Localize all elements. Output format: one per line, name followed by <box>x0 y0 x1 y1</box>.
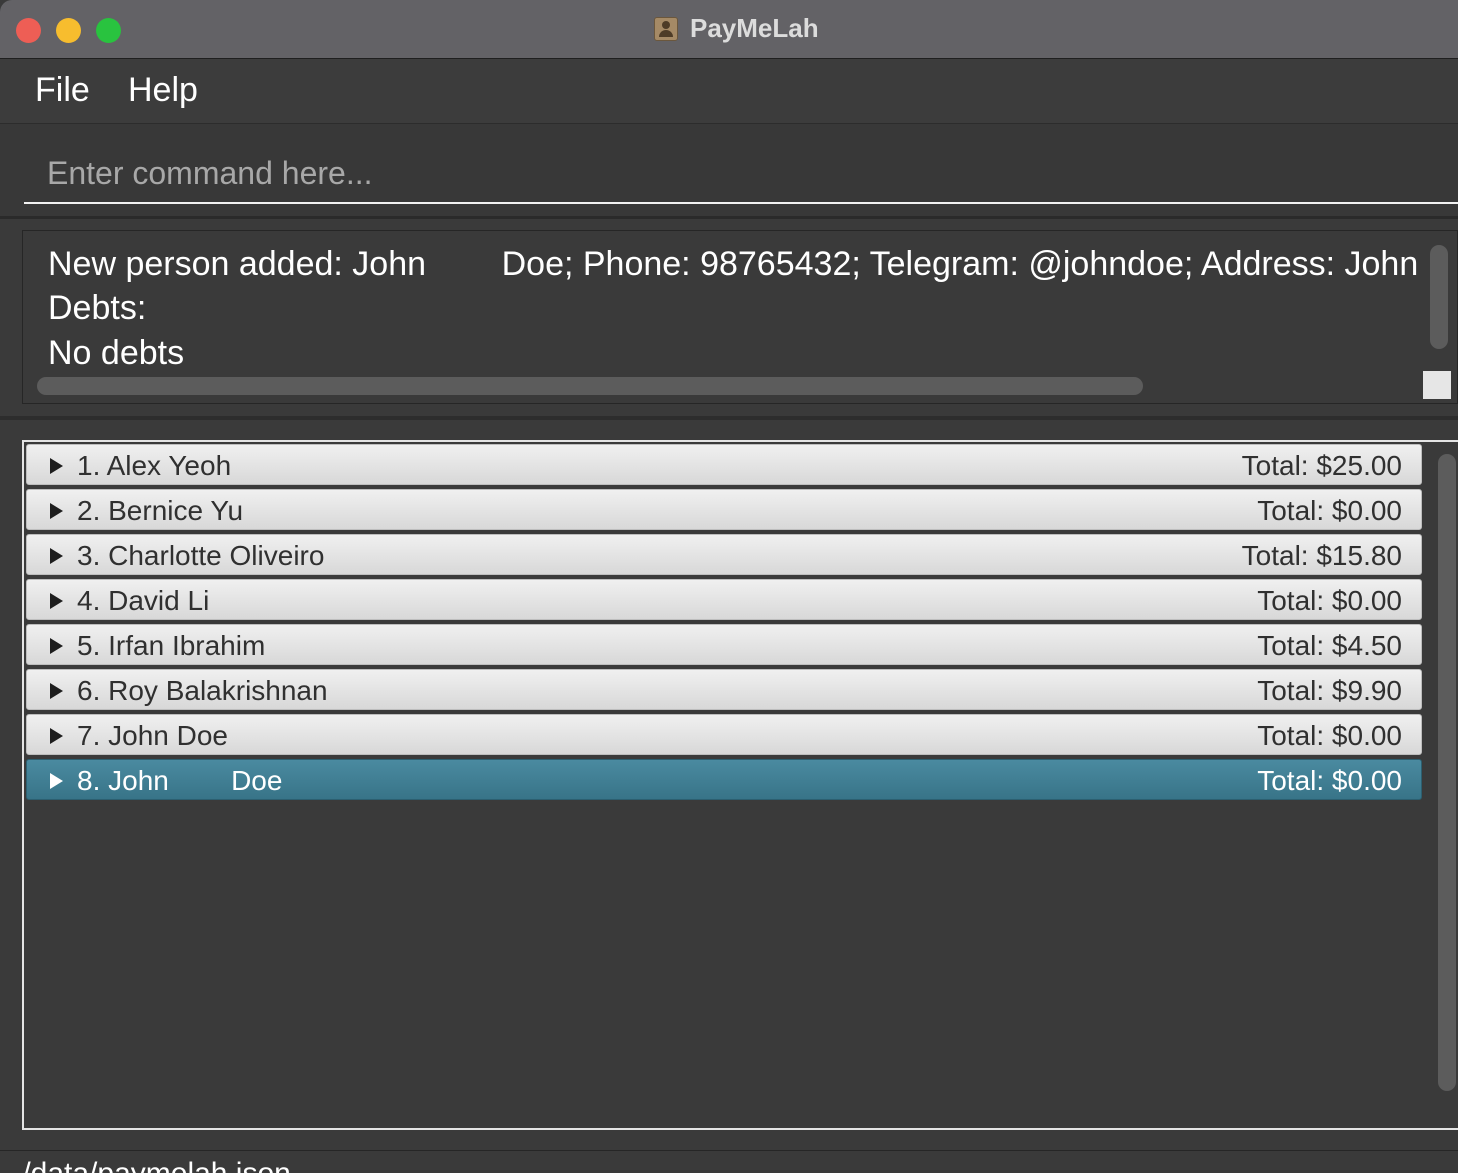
scrollbar-corner <box>1423 371 1451 399</box>
expand-triangle-icon[interactable] <box>50 548 63 564</box>
menu-help[interactable]: Help <box>128 71 198 110</box>
menu-bar: File Help <box>0 59 1458 124</box>
expand-triangle-icon[interactable] <box>50 458 63 474</box>
result-horizontal-scrollbar[interactable] <box>37 377 1143 395</box>
person-name: 6. Roy Balakrishnan <box>77 675 328 706</box>
expand-triangle-icon[interactable] <box>50 593 63 609</box>
person-name: 7. John Doe <box>77 720 228 751</box>
person-row[interactable]: 6. Roy Balakrishnan Total: $9.90 <box>26 669 1422 710</box>
person-total: Total: $0.00 <box>1257 765 1402 796</box>
person-name: 4. David Li <box>77 585 210 616</box>
person-row[interactable]: 7. John Doe Total: $0.00 <box>26 714 1422 755</box>
person-row-selected[interactable]: 8. John Doe Total: $0.00 <box>26 759 1422 800</box>
command-input[interactable] <box>24 144 1458 204</box>
person-total: Total: $15.80 <box>1241 540 1402 571</box>
result-line-3: No debts <box>48 334 185 372</box>
minimize-window-button[interactable] <box>56 18 81 43</box>
person-total: Total: $0.00 <box>1257 495 1402 526</box>
person-name: 8. John Doe <box>77 765 283 796</box>
person-row[interactable]: 2. Bernice Yu Total: $0.00 <box>26 489 1422 530</box>
command-box <box>0 124 1458 219</box>
expand-triangle-icon[interactable] <box>50 638 63 654</box>
status-bar: ./data/paymelah.json <box>0 1150 1458 1173</box>
person-list: 1. Alex Yeoh Total: $25.00 2. Bernice Yu… <box>22 440 1458 1130</box>
expand-triangle-icon[interactable] <box>50 773 63 789</box>
person-total: Total: $0.00 <box>1257 585 1402 616</box>
person-name: 3. Charlotte Oliveiro <box>77 540 325 571</box>
person-name: 1. Alex Yeoh <box>77 450 232 481</box>
title-bar: PayMeLah <box>0 0 1458 59</box>
person-row[interactable]: 1. Alex Yeoh Total: $25.00 <box>26 444 1422 485</box>
person-total: Total: $25.00 <box>1241 450 1402 481</box>
close-window-button[interactable] <box>16 18 41 43</box>
person-row[interactable]: 3. Charlotte Oliveiro Total: $15.80 <box>26 534 1422 575</box>
maximize-window-button[interactable] <box>96 18 121 43</box>
list-vertical-scrollbar[interactable] <box>1438 454 1456 1091</box>
person-row[interactable]: 4. David Li Total: $0.00 <box>26 579 1422 620</box>
person-row[interactable]: 5. Irfan Ibrahim Total: $4.50 <box>26 624 1422 665</box>
result-line-2: Debts: <box>48 289 147 327</box>
panel-divider <box>0 416 1458 420</box>
person-name: 5. Irfan Ibrahim <box>77 630 266 661</box>
expand-triangle-icon[interactable] <box>50 683 63 699</box>
menu-file[interactable]: File <box>35 71 90 110</box>
expand-triangle-icon[interactable] <box>50 728 63 744</box>
expand-triangle-icon[interactable] <box>50 503 63 519</box>
result-display: New person added: John Doe; Phone: 98765… <box>22 230 1458 404</box>
window-title: PayMeLah <box>690 13 819 43</box>
person-total: Total: $4.50 <box>1257 630 1402 661</box>
person-total: Total: $9.90 <box>1257 675 1402 706</box>
app-contact-icon <box>654 17 678 41</box>
result-line-1: New person added: John Doe; Phone: 98765… <box>48 245 1423 283</box>
save-location: ./data/paymelah.json <box>14 1157 291 1173</box>
person-name: 2. Bernice Yu <box>77 495 244 526</box>
person-total: Total: $0.00 <box>1257 720 1402 751</box>
result-vertical-scrollbar[interactable] <box>1430 245 1448 349</box>
